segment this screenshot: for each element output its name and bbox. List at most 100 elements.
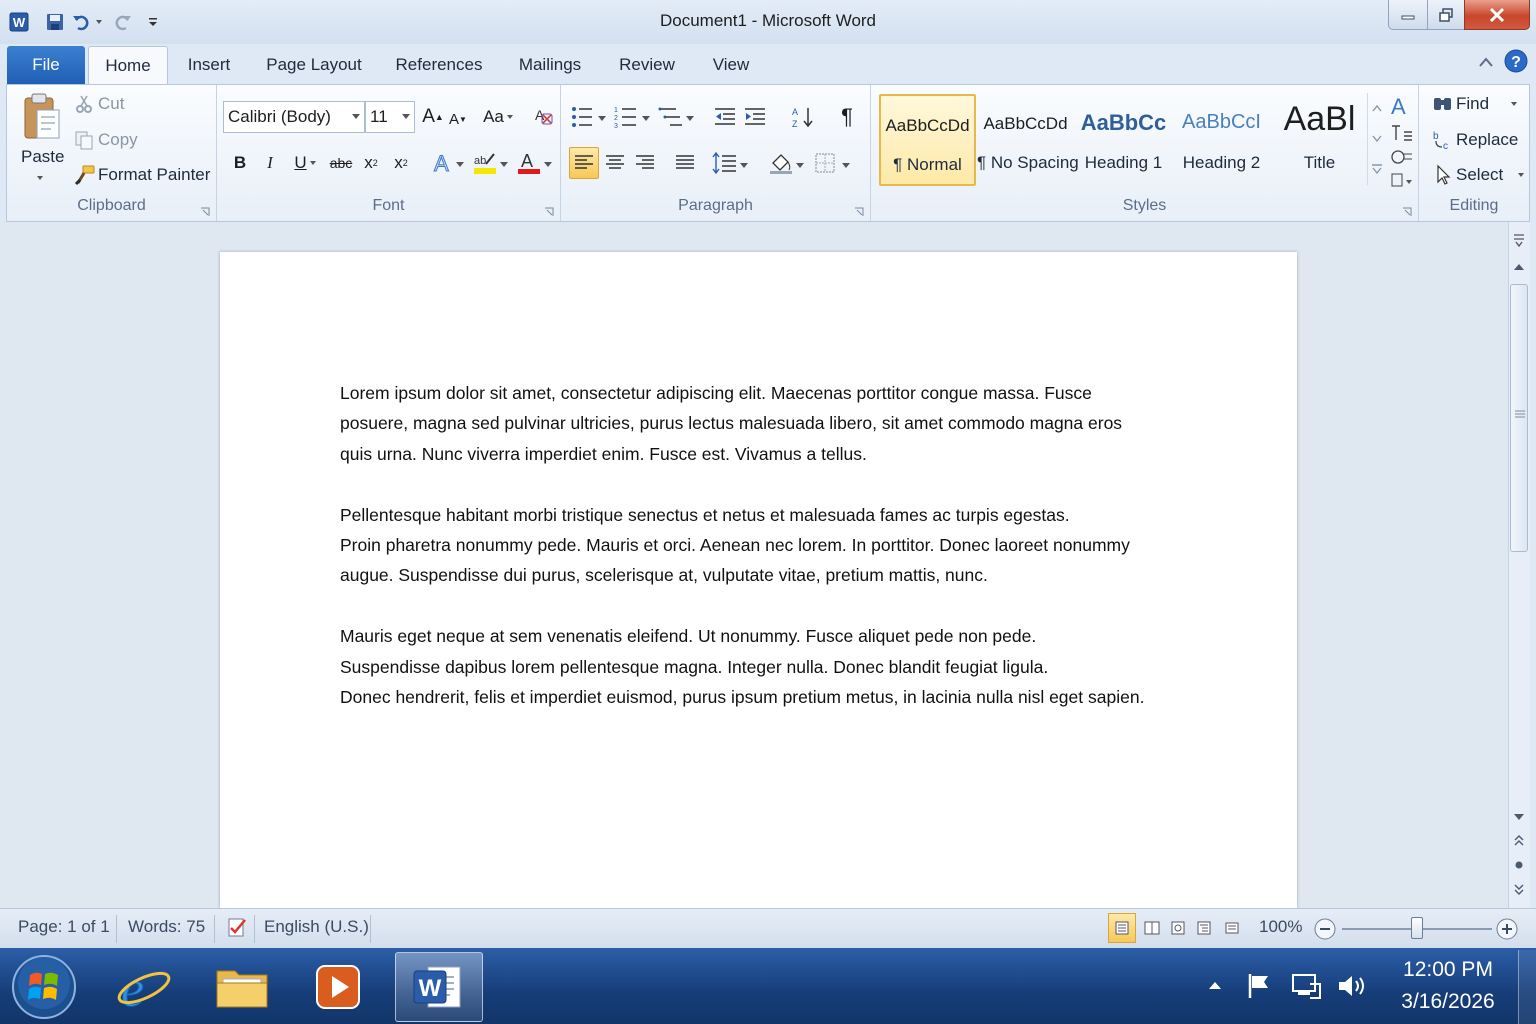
decrease-indent-icon[interactable]	[711, 103, 739, 131]
paste-icon[interactable]	[17, 91, 67, 143]
proofing-icon[interactable]	[224, 915, 250, 941]
bullets-icon[interactable]	[569, 103, 609, 131]
page-count[interactable]: Page: 1 of 1	[18, 917, 110, 937]
scroll-thumb[interactable]	[1510, 284, 1528, 552]
media-player-icon[interactable]	[294, 952, 382, 1022]
scroll-up-icon[interactable]	[1510, 258, 1528, 276]
style-normal[interactable]: AaBbCcDd ¶ Normal	[879, 94, 976, 186]
paragraph-launcher-icon[interactable]	[854, 205, 864, 216]
document-body[interactable]: Lorem ipsum dolor sit amet, consectetur …	[340, 378, 1200, 743]
ruler-toggle-icon[interactable]	[1510, 230, 1528, 252]
styles-scroll-control[interactable]	[1367, 93, 1385, 185]
zoom-out-icon[interactable]	[1312, 916, 1338, 942]
select-dropdown-icon[interactable]	[1516, 170, 1526, 180]
text-effects-icon[interactable]: A	[431, 149, 467, 177]
svg-text:b: b	[1433, 131, 1439, 142]
superscript-button[interactable]: x2	[389, 149, 413, 177]
show-desktop-button[interactable]	[1518, 950, 1536, 1024]
zoom-in-icon[interactable]	[1494, 916, 1520, 942]
find-dropdown-icon[interactable]	[1509, 99, 1519, 109]
format-painter-button[interactable]: Format Painter	[98, 165, 210, 185]
grow-font-button[interactable]: A ▲	[421, 103, 445, 131]
clear-formatting-icon[interactable]: A	[531, 103, 557, 129]
sort-icon[interactable]: AZ	[789, 103, 817, 131]
minimize-ribbon-icon[interactable]	[1478, 56, 1494, 71]
bold-button[interactable]: B	[229, 149, 251, 177]
draft-view-button[interactable]	[1220, 915, 1244, 941]
style-heading-1[interactable]: AaBbCc Heading 1	[1075, 94, 1172, 186]
justify-button[interactable]	[671, 149, 699, 177]
italic-button[interactable]: I	[259, 149, 281, 177]
font-name-combo[interactable]: Calibri (Body)	[223, 101, 365, 133]
replace-button[interactable]: Replace	[1456, 130, 1518, 150]
highlight-icon[interactable]: ab	[471, 149, 511, 177]
file-explorer-icon[interactable]	[198, 952, 286, 1022]
full-screen-reading-view-button[interactable]	[1140, 915, 1164, 941]
ribbon-tabs: File Home Insert Page Layout References …	[0, 44, 1536, 84]
clipboard-launcher-icon[interactable]	[200, 205, 210, 216]
align-left-button[interactable]	[569, 147, 599, 179]
tab-page-layout[interactable]: Page Layout	[258, 46, 370, 84]
font-color-icon[interactable]: A	[515, 149, 555, 177]
change-styles-button[interactable]: A	[1389, 93, 1415, 189]
font-size-combo[interactable]: 11	[365, 101, 415, 133]
change-case-button[interactable]: Aa	[481, 103, 515, 131]
select-icon	[1431, 164, 1455, 186]
action-center-flag-icon[interactable]	[1246, 972, 1274, 1003]
align-center-button[interactable]	[601, 149, 629, 177]
internet-explorer-icon[interactable]: e	[100, 952, 188, 1022]
taskbar-clock-date[interactable]: 3/16/2026	[1380, 990, 1516, 1014]
shrink-font-button[interactable]: A ▼	[447, 105, 469, 133]
scroll-down-icon[interactable]	[1510, 808, 1528, 826]
style-title[interactable]: AaBl Title	[1271, 94, 1368, 186]
minimize-button[interactable]	[1388, 0, 1428, 30]
font-launcher-icon[interactable]	[544, 205, 554, 216]
subscript-button[interactable]: x2	[359, 149, 383, 177]
word-count[interactable]: Words: 75	[128, 917, 205, 937]
tab-mailings[interactable]: Mailings	[508, 46, 592, 84]
tab-review[interactable]: Review	[612, 46, 682, 84]
volume-icon[interactable]	[1336, 972, 1368, 1003]
align-right-button[interactable]	[631, 149, 659, 177]
next-page-icon[interactable]	[1510, 880, 1528, 898]
previous-page-icon[interactable]	[1510, 832, 1528, 850]
borders-icon[interactable]	[813, 149, 853, 177]
strikethrough-button[interactable]: abc	[327, 149, 355, 177]
paste-button[interactable]: Paste	[21, 147, 64, 167]
styles-launcher-icon[interactable]	[1402, 205, 1412, 216]
shading-icon[interactable]	[767, 149, 807, 177]
tab-home[interactable]: Home	[88, 46, 168, 84]
web-layout-view-button[interactable]	[1166, 915, 1190, 941]
tab-file[interactable]: File	[7, 46, 85, 84]
cut-button[interactable]: Cut	[98, 94, 124, 114]
zoom-slider-thumb[interactable]	[1411, 917, 1423, 939]
select-browse-object-icon[interactable]	[1510, 856, 1528, 874]
style-heading-2[interactable]: AaBbCcI Heading 2	[1173, 94, 1270, 186]
copy-button[interactable]: Copy	[98, 130, 138, 150]
show-hidden-icons[interactable]	[1208, 978, 1222, 993]
style-no-spacing[interactable]: AaBbCcDd ¶ No Spacing	[977, 94, 1079, 186]
line-spacing-icon[interactable]	[711, 149, 751, 177]
outline-view-button[interactable]	[1192, 915, 1216, 941]
multilevel-list-icon[interactable]	[657, 103, 697, 131]
paste-dropdown-icon[interactable]	[35, 173, 45, 183]
network-icon[interactable]	[1290, 972, 1322, 1003]
tab-view[interactable]: View	[702, 46, 760, 84]
help-icon[interactable]: ?	[1504, 49, 1528, 76]
underline-button[interactable]: U	[287, 149, 323, 177]
taskbar-clock-time[interactable]: 12:00 PM	[1380, 958, 1516, 982]
tab-references[interactable]: References	[388, 46, 490, 84]
zoom-level[interactable]: 100%	[1259, 917, 1302, 937]
show-formatting-button[interactable]: ¶	[833, 103, 861, 131]
numbering-icon[interactable]: 123	[613, 103, 653, 131]
language-indicator[interactable]: English (U.S.)	[264, 917, 369, 937]
start-button[interactable]	[4, 952, 84, 1022]
tab-insert[interactable]: Insert	[176, 46, 242, 84]
close-button[interactable]	[1464, 0, 1530, 30]
increase-indent-icon[interactable]	[741, 103, 769, 131]
restore-button[interactable]	[1427, 0, 1465, 30]
select-button[interactable]: Select	[1456, 165, 1503, 185]
taskbar-word-button[interactable]: W	[395, 952, 483, 1022]
print-layout-view-button[interactable]	[1108, 913, 1136, 943]
find-button[interactable]: Find	[1456, 94, 1489, 114]
